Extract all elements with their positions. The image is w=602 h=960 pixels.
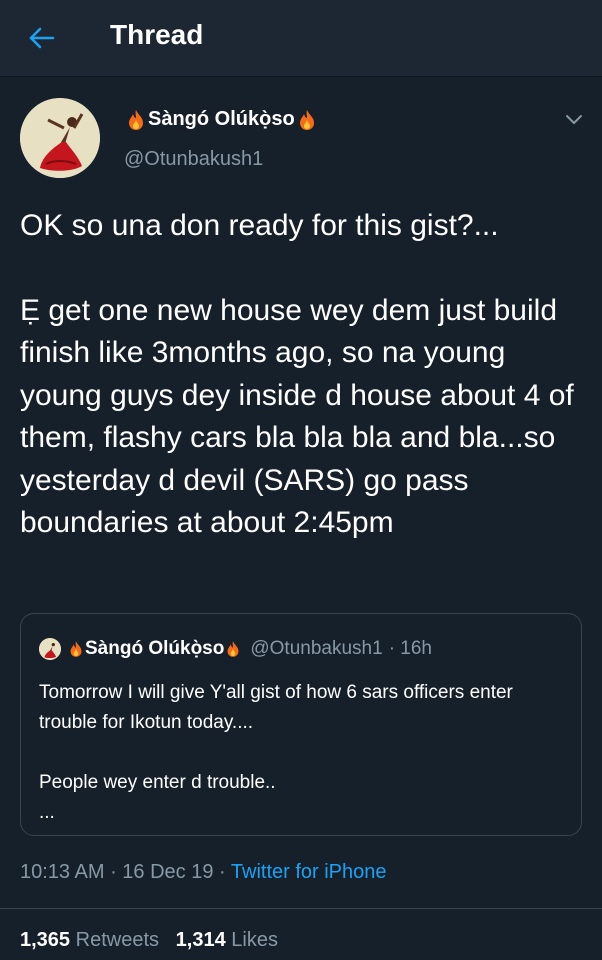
dancer-avatar-icon — [39, 638, 61, 660]
author-name: Sàngó Olúkọ̀so — [148, 108, 295, 130]
quoted-tweet[interactable]: Sàngó Olúkọ̀so @Otunbakush1 · 16h Tomorr… — [20, 613, 582, 836]
quoted-author-avatar — [39, 638, 61, 660]
dancer-avatar-icon — [20, 98, 100, 178]
quoted-tweet-text: Tomorrow I will give Y'all gist of how 6… — [39, 678, 569, 828]
quoted-tweet-header: Sàngó Olúkọ̀so @Otunbakush1 · 16h — [39, 638, 432, 660]
quoted-text-line: ... — [39, 802, 55, 823]
retweets-label: Retweets — [75, 929, 159, 951]
page-title: Thread — [110, 19, 204, 50]
quoted-author-handle: @Otunbakush1 — [250, 638, 383, 659]
meta-separator: · — [104, 861, 123, 883]
divider — [0, 908, 602, 909]
fire-icon — [129, 109, 143, 130]
quoted-text-line: Tomorrow I will give Y'all gist of how 6… — [39, 682, 513, 733]
back-button[interactable] — [22, 18, 62, 58]
fire-icon — [299, 109, 314, 130]
author-name-row[interactable]: Sàngó Olúkọ̀so — [124, 108, 319, 131]
retweets-count: 1,365 — [20, 929, 71, 951]
top-bar: Thread — [0, 0, 602, 77]
quoted-text-line: People wey enter d trouble.. — [39, 772, 276, 793]
likes-count: 1,314 — [175, 929, 226, 951]
tweet-text-line: OK so una don ready for this gist?... — [20, 209, 499, 242]
likes-stat[interactable]: 1,314 Likes — [176, 929, 278, 951]
tweet-stats: 1,365 Retweets 1,314 Likes — [20, 929, 278, 952]
tweet-text: OK so una don ready for this gist?... Ẹ … — [20, 205, 590, 545]
likes-label: Likes — [231, 929, 278, 951]
meta-separator: · — [213, 861, 231, 883]
retweets-stat[interactable]: 1,365 Retweets — [20, 929, 159, 951]
tweet-text-line: Ẹ get one new house wey dem just build f… — [20, 293, 574, 540]
tweet-date: 16 Dec 19 — [122, 861, 214, 883]
chevron-down-icon[interactable] — [560, 108, 588, 132]
author-handle[interactable]: @Otunbakush1 — [124, 148, 263, 171]
quoted-author-name: Sàngó Olúkọ̀so — [85, 638, 225, 659]
quoted-time: · 16h — [388, 638, 432, 659]
tweet-meta: 10:13 AM · 16 Dec 19 · Twitter for iPhon… — [20, 861, 387, 884]
tweet-source-link[interactable]: Twitter for iPhone — [231, 861, 387, 883]
author-avatar[interactable] — [20, 98, 100, 178]
fire-icon — [70, 641, 82, 657]
fire-icon — [227, 641, 239, 657]
tweet-time: 10:13 AM — [20, 861, 105, 883]
arrow-left-icon — [29, 27, 55, 49]
